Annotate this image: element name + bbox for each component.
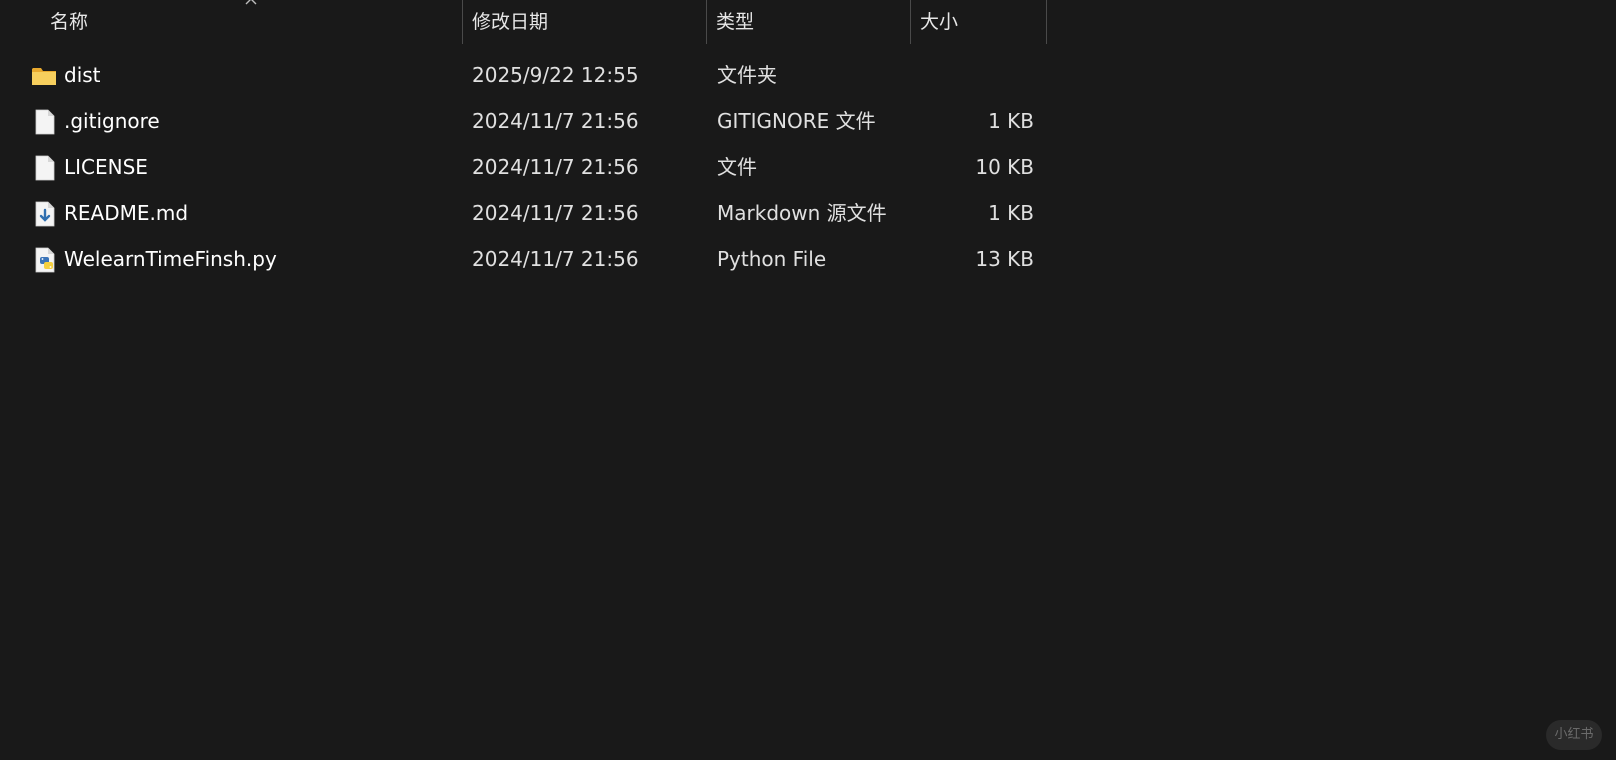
file-name: LICENSE [64, 155, 148, 179]
file-name: WelearnTimeFinsh.py [64, 247, 277, 271]
file-size: 1 KB [988, 201, 1034, 225]
file-type: 文件 [717, 155, 757, 179]
file-explorer: 名称 修改日期 类型 大小 dist 2025/9/22 12:55 文件夹 .… [0, 0, 1616, 760]
file-type: Markdown 源文件 [717, 201, 887, 225]
column-header-name[interactable]: 名称 [40, 0, 462, 44]
file-modified-date: 2024/11/7 21:56 [472, 109, 639, 133]
markdown-file-icon [35, 201, 55, 227]
column-divider[interactable] [1046, 0, 1047, 44]
file-row[interactable]: LICENSE 2024/11/7 21:56 文件 10 KB [0, 144, 1046, 190]
file-name: dist [64, 63, 101, 87]
file-modified-date: 2024/11/7 21:56 [472, 155, 639, 179]
column-header-modified[interactable]: 修改日期 [462, 0, 707, 44]
file-row[interactable]: .gitignore 2024/11/7 21:56 GITIGNORE 文件 … [0, 98, 1046, 144]
column-header-type[interactable]: 类型 [706, 0, 910, 44]
file-size: 1 KB [988, 109, 1034, 133]
file-modified-date: 2024/11/7 21:56 [472, 247, 639, 271]
watermark-logo: 小红书 [1546, 720, 1602, 750]
file-icon [35, 109, 55, 135]
file-icon [35, 155, 55, 181]
file-list: dist 2025/9/22 12:55 文件夹 .gitignore 2024… [0, 52, 1046, 282]
file-row[interactable]: dist 2025/9/22 12:55 文件夹 [0, 52, 1046, 98]
column-header-size[interactable]: 大小 [910, 0, 1046, 44]
file-size [884, 52, 1034, 98]
file-type: Python File [717, 247, 827, 271]
file-name: README.md [64, 201, 189, 225]
column-header-bar: 名称 修改日期 类型 大小 [0, 0, 1047, 44]
file-row[interactable]: README.md 2024/11/7 21:56 Markdown 源文件 1… [0, 190, 1046, 236]
python-file-icon [35, 247, 55, 273]
file-name: .gitignore [64, 109, 160, 133]
folder-icon [32, 68, 56, 85]
file-type: GITIGNORE 文件 [717, 109, 876, 133]
file-row[interactable]: WelearnTimeFinsh.py 2024/11/7 21:56 Pyth… [0, 236, 1046, 282]
file-size: 13 KB [975, 247, 1034, 271]
file-modified-date: 2024/11/7 21:56 [472, 201, 639, 225]
file-modified-date: 2025/9/22 12:55 [472, 63, 639, 87]
file-type: 文件夹 [717, 63, 777, 87]
file-size: 10 KB [975, 155, 1034, 179]
